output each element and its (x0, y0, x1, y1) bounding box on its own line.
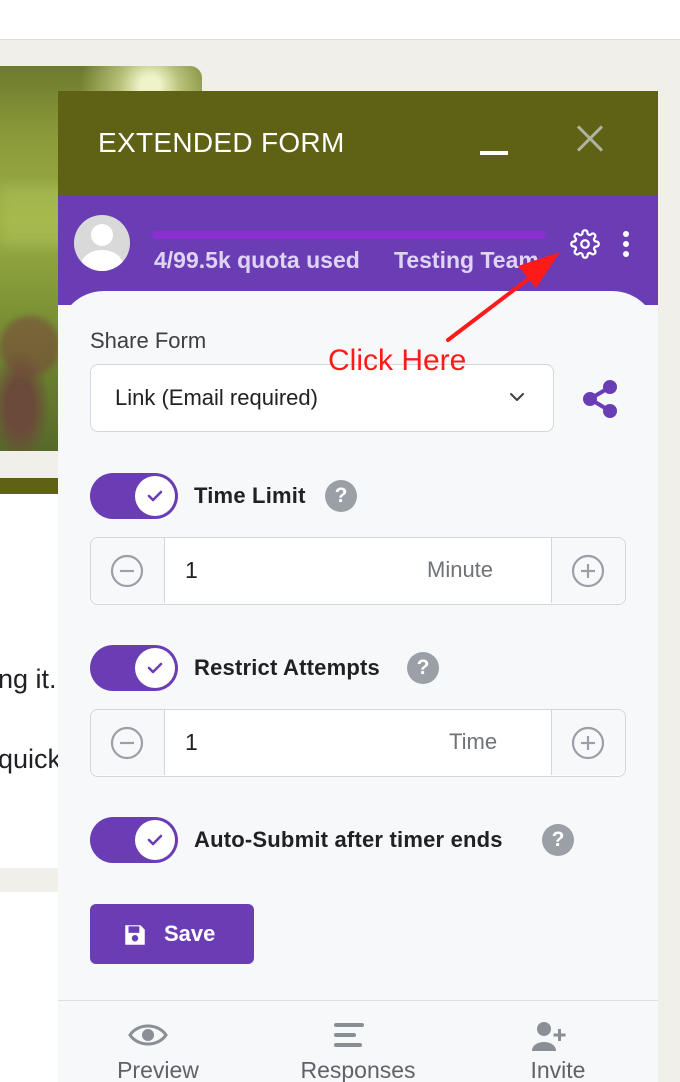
time-limit-value[interactable]: 1 (185, 557, 198, 584)
avatar[interactable] (74, 215, 130, 271)
person-add-icon (532, 1022, 566, 1051)
list-icon (334, 1023, 364, 1047)
attempts-unit: Time (449, 729, 498, 754)
check-icon (147, 834, 163, 846)
time-limit-help-icon[interactable]: ? (325, 480, 357, 512)
extended-form-panel: EXTENDED FORM 4/99.5k quota used Testing… (58, 91, 658, 1082)
floppy-disk-icon (125, 925, 145, 945)
auto-submit-toggle[interactable] (90, 817, 178, 863)
quota-text: 4/99.5k quota used (154, 247, 360, 273)
share-mode-value: Link (Email required) (115, 385, 318, 410)
auto-submit-help-icon[interactable]: ? (542, 824, 574, 856)
team-name[interactable]: Testing Team (394, 247, 539, 274)
nav-responses-label: Responses (300, 1057, 416, 1082)
quota-progress-bar (152, 231, 546, 239)
attempts-increment-button[interactable] (551, 710, 625, 775)
check-icon (147, 490, 163, 502)
minus-circle-icon (110, 554, 144, 588)
time-limit-toggle[interactable] (90, 473, 178, 519)
share-icon[interactable] (578, 377, 622, 421)
plus-circle-icon (571, 554, 605, 588)
minimize-button[interactable] (478, 131, 512, 165)
eye-icon (128, 1024, 168, 1046)
restrict-attempts-toggle[interactable] (90, 645, 178, 691)
restrict-attempts-stepper: 1 Time (90, 709, 626, 777)
annotation-click-here: Click Here (328, 344, 467, 377)
share-mode-select[interactable]: Link (Email required) (90, 364, 554, 432)
minus-circle-icon (110, 726, 144, 760)
panel-title: EXTENDED FORM (98, 127, 345, 158)
time-limit-increment-button[interactable] (551, 538, 625, 603)
more-options-icon[interactable] (618, 229, 634, 259)
nav-responses[interactable]: Responses (258, 1001, 458, 1082)
nav-invite-label: Invite (530, 1057, 586, 1082)
attempts-value[interactable]: 1 (185, 729, 198, 756)
close-button[interactable] (572, 121, 608, 157)
chevron-down-icon (510, 393, 524, 401)
user-bar: 4/99.5k quota used Testing Team (58, 195, 658, 305)
bottom-navigation: Preview Responses Invite (58, 1000, 658, 1082)
browser-top-bar (0, 0, 680, 40)
save-button[interactable]: Save (90, 904, 254, 964)
nav-preview[interactable]: Preview (58, 1001, 258, 1082)
settings-gear-icon[interactable] (570, 229, 600, 259)
save-label: Save (164, 921, 216, 946)
nav-invite[interactable]: Invite (458, 1001, 658, 1082)
background-text-line: ng it. (0, 664, 57, 694)
plus-circle-icon (571, 726, 605, 760)
auto-submit-label: Auto-Submit after timer ends (194, 827, 503, 852)
time-limit-label: Time Limit (194, 483, 306, 508)
share-form-label: Share Form (90, 328, 207, 353)
time-limit-unit: Minute (427, 557, 494, 582)
time-limit-decrement-button[interactable] (91, 538, 165, 603)
panel-header: EXTENDED FORM (58, 91, 658, 195)
restrict-attempts-label: Restrict Attempts (194, 655, 380, 680)
nav-preview-label: Preview (117, 1057, 199, 1082)
restrict-attempts-help-icon[interactable]: ? (407, 652, 439, 684)
time-limit-stepper: 1 Minute (90, 537, 626, 605)
background-text-line: quick (0, 744, 62, 774)
attempts-decrement-button[interactable] (91, 710, 165, 775)
check-icon (147, 662, 163, 674)
